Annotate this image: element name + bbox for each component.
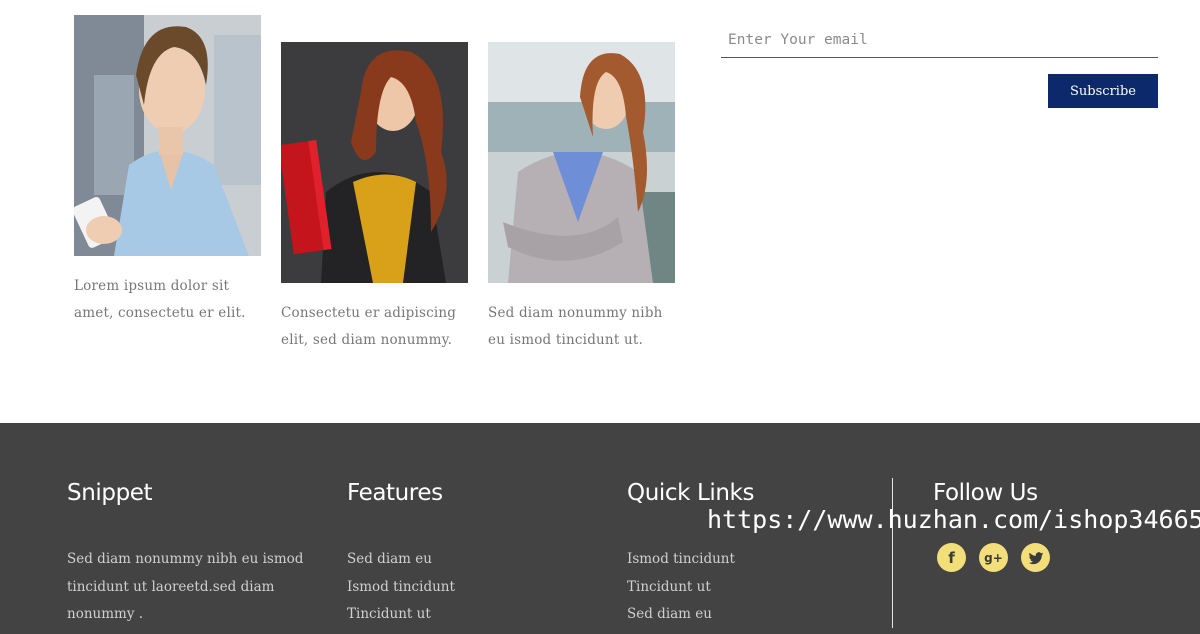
footer-heading: Features [347, 480, 443, 506]
email-input[interactable] [721, 22, 1158, 58]
team-card: Consectetu er adipiscing elit, sed diam … [281, 42, 471, 354]
photo-woman-folder [281, 42, 468, 283]
newsletter-form: Subscribe [721, 22, 1158, 108]
content-section: Lorem ipsum dolor sit amet, consectetu e… [0, 0, 1200, 423]
social-icons: f g+ [937, 543, 1173, 572]
photo-woman-suit [488, 42, 675, 283]
footer-link[interactable]: Tincidunt ut [347, 601, 547, 629]
footer-col-features: Features Sed diam eu Ismod tincidunt Tin… [347, 478, 547, 629]
footer-heading: Snippet [67, 480, 153, 506]
snippet-text: Sed diam nonummy nibh eu ismod tincidunt… [67, 551, 304, 622]
photo-woman-phone [74, 15, 261, 256]
photo-illustration [281, 42, 468, 283]
team-card: Lorem ipsum dolor sit amet, consectetu e… [74, 15, 264, 327]
subscribe-button[interactable]: Subscribe [1048, 74, 1158, 108]
google-plus-icon[interactable]: g+ [979, 543, 1008, 572]
watermark-text: https://www.huzhan.com/ishop34665 [707, 505, 1200, 534]
card-text: Consectetu er adipiscing elit, sed diam … [281, 305, 457, 348]
footer-link[interactable]: Tincidunt ut [627, 574, 827, 602]
footer-link[interactable]: Ismod tincidunt [347, 574, 547, 602]
card-text: Sed diam nonummy nibh eu ismod tincidunt… [488, 305, 663, 348]
facebook-icon[interactable]: f [937, 543, 966, 572]
features-list: Sed diam eu Ismod tincidunt Tincidunt ut [347, 546, 547, 629]
footer-link[interactable]: Sed diam eu [347, 546, 547, 574]
footer-heading: Follow Us [933, 480, 1038, 506]
footer-link[interactable]: Ismod tincidunt [627, 546, 827, 574]
photo-illustration [488, 42, 675, 283]
twitter-icon[interactable] [1021, 543, 1050, 572]
footer-col-snippet: Snippet Sed diam nonummy nibh eu ismod t… [67, 478, 307, 629]
footer-heading: Quick Links [627, 480, 755, 506]
footer-col-quick-links: Quick Links Ismod tincidunt Tincidunt ut… [627, 478, 827, 629]
team-card: Sed diam nonummy nibh eu ismod tincidunt… [488, 42, 678, 354]
footer-link[interactable]: Sed diam eu [627, 601, 827, 629]
photo-illustration [74, 15, 261, 256]
footer-divider [892, 478, 893, 628]
quick-links-list: Ismod tincidunt Tincidunt ut Sed diam eu [627, 546, 827, 629]
card-text: Lorem ipsum dolor sit amet, consectetu e… [74, 278, 246, 321]
site-footer: Snippet Sed diam nonummy nibh eu ismod t… [0, 423, 1200, 634]
